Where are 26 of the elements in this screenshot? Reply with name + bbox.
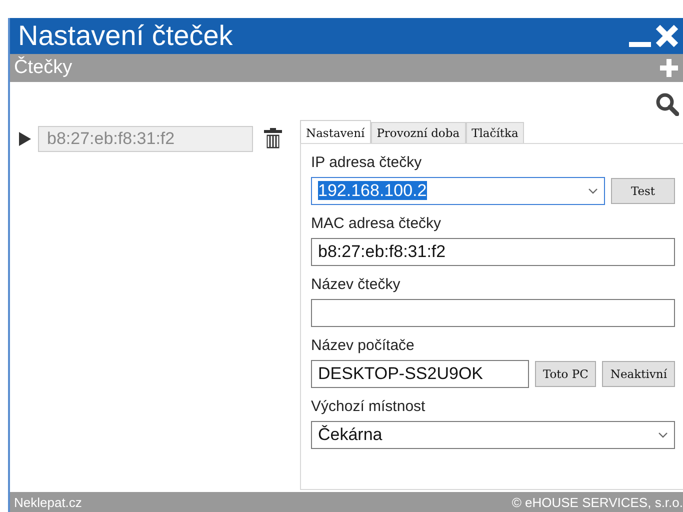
field-label: Název počítače: [311, 337, 416, 354]
close-button[interactable]: [655, 24, 679, 48]
tab[interactable]: Tlačítka: [466, 122, 524, 144]
chevron-down-icon: [658, 432, 668, 438]
field-label: Název čtečky: [311, 276, 402, 293]
action-button[interactable]: Toto PC: [534, 361, 596, 387]
tab[interactable]: Provozní doba: [370, 122, 466, 144]
window-title: Nastavení čteček: [18, 20, 234, 52]
input-field[interactable]: DESKTOP-SS2U9OK: [311, 360, 529, 388]
input-field[interactable]: b8:27:eb:f8:31:f2: [311, 238, 675, 266]
tab[interactable]: Nastavení: [300, 120, 371, 144]
expand-arrow-icon[interactable]: [18, 131, 32, 147]
action-button[interactable]: Neaktivní: [602, 361, 675, 387]
search-button[interactable]: [655, 92, 679, 116]
field-label: MAC adresa čtečky: [311, 215, 442, 232]
field-label: IP adresa čtečky: [311, 154, 423, 171]
input-field[interactable]: [311, 299, 675, 327]
dropdown-field[interactable]: 192.168.100.2: [311, 177, 605, 205]
copyright-text: © eHOUSE SERVICES, s.r.o.: [512, 494, 683, 510]
action-button[interactable]: Test: [611, 178, 675, 204]
section-title: Čtečky: [14, 57, 74, 79]
trash-icon[interactable]: [263, 128, 283, 150]
field-label: Výchozí místnost: [311, 398, 426, 415]
chevron-down-icon: [588, 188, 598, 194]
add-button[interactable]: [659, 58, 679, 78]
dropdown-field[interactable]: Čekárna: [311, 421, 675, 449]
